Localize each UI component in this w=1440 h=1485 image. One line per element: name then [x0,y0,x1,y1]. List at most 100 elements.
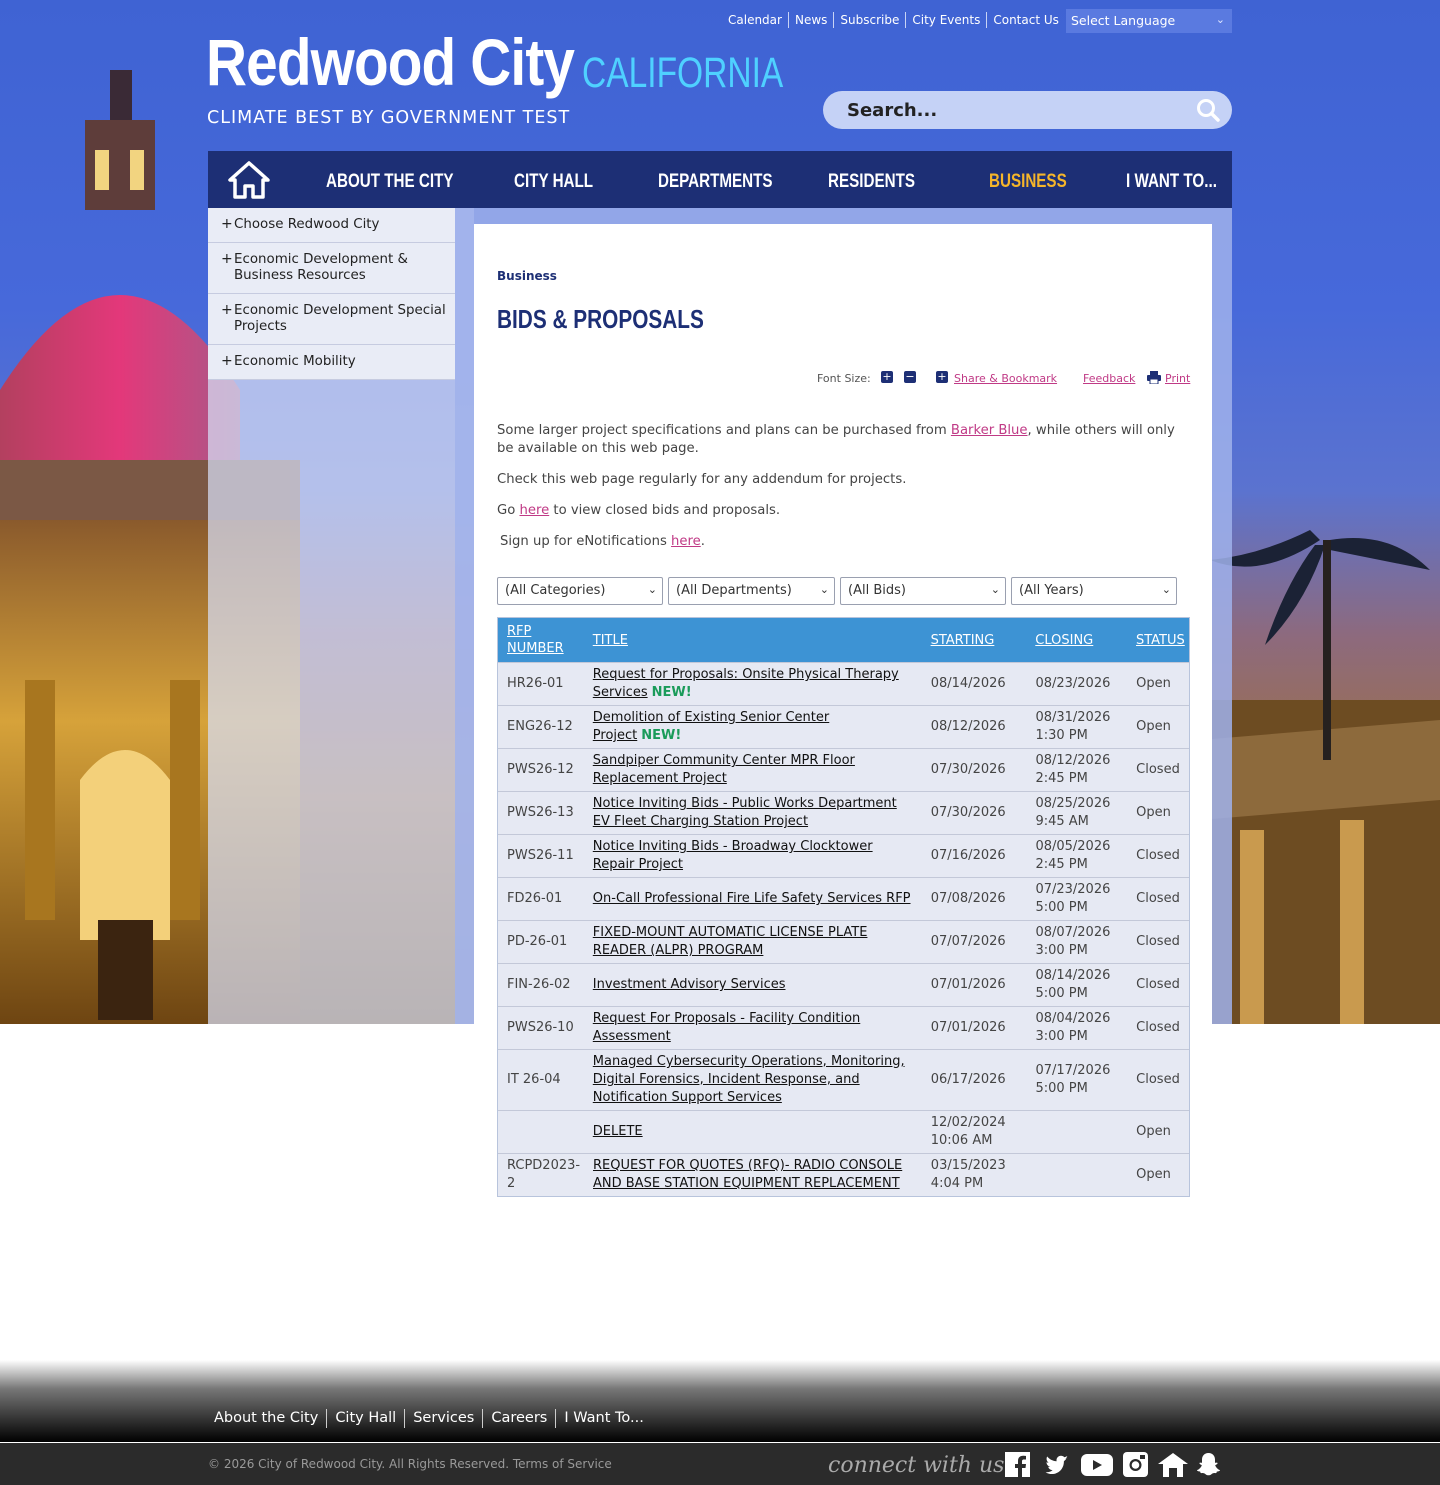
category-filter-value: (All Categories) [505,583,606,598]
table-row: RCPD2023-2 REQUEST FOR QUOTES (RFQ)- RADI… [498,1153,1189,1196]
home-icon[interactable] [228,160,270,200]
utility-links: Calendar News Subscribe City Events Cont… [728,12,1065,28]
language-select[interactable]: Select Language ⌄ [1066,9,1232,33]
twitter-icon[interactable] [1043,1451,1070,1478]
footer-link-i-want-to[interactable]: I Want To... [555,1409,652,1428]
instagram-icon[interactable] [1122,1451,1149,1478]
bid-title-link[interactable]: Demolition of Existing Senior Center Pro… [593,710,829,743]
table-row: HR26-01 Request for Proposals: Onsite Phy… [498,662,1189,705]
title-cell: REQUEST FOR QUOTES (RFQ)- RADIO CONSOLE … [584,1154,922,1196]
sort-title[interactable]: TITLE [584,618,922,662]
bid-title-link[interactable]: REQUEST FOR QUOTES (RFQ)- RADIO CONSOLE … [593,1158,902,1191]
nav-item-city-hall[interactable]: CITY HALL [514,171,593,193]
closing-cell [1026,1111,1127,1153]
sidebar-item-label: Economic Development & Business Resource… [234,252,408,283]
nav-item-business[interactable]: BUSINESS [989,171,1067,193]
category-filter-select[interactable]: (All Categories) ⌄ [497,577,663,605]
footer-link-about-the-city[interactable]: About the City [214,1409,326,1428]
title-cell: On-Call Professional Fire Life Safety Se… [584,878,922,920]
closing-cell [1026,1154,1127,1196]
sort-status[interactable]: STATUS [1127,618,1189,662]
print-link[interactable]: Print [1165,372,1190,385]
sort-closing[interactable]: CLOSING [1026,618,1127,662]
starting-cell: 07/30/2026 [930,762,1006,777]
search-icon[interactable] [1196,98,1220,122]
connect-with-us: connect with us [828,1453,1005,1478]
chevron-down-icon: ⌄ [1161,583,1171,596]
sidebar-item-economic-development-special-projects[interactable]: + Economic Development Special Projects [208,294,455,345]
title-cell: Managed Cybersecurity Operations, Monito… [584,1050,922,1110]
print-icon[interactable] [1147,371,1161,384]
share-plus-icon[interactable]: + [936,371,948,383]
snapchat-icon[interactable] [1195,1451,1222,1478]
language-select-label: Select Language [1071,13,1176,28]
bids-filter-select[interactable]: (All Bids) ⌄ [840,577,1006,605]
sidebar-item-economic-mobility[interactable]: + Economic Mobility [208,345,455,380]
footer-link-careers[interactable]: Careers [482,1409,555,1428]
util-link-contact-us[interactable]: Contact Us [986,12,1065,28]
bid-title-link[interactable]: Notice Inviting Bids - Public Works Depa… [593,796,897,829]
bid-title-link[interactable]: Sandpiper Community Center MPR Floor Rep… [593,753,855,786]
chevron-down-icon: ⌄ [647,583,657,596]
sidebar-item-economic-development-business-resources[interactable]: + Economic Development & Business Resour… [208,243,455,294]
facebook-icon[interactable] [1004,1451,1031,1478]
youtube-icon[interactable] [1080,1451,1114,1478]
breadcrumb[interactable]: Business [497,269,557,283]
feedback-link[interactable]: Feedback [1083,372,1135,385]
util-link-subscribe[interactable]: Subscribe [833,12,905,28]
bid-title-link[interactable]: DELETE [593,1124,643,1139]
bid-title-link[interactable]: Request for Proposals: Onsite Physical T… [593,667,899,700]
bid-title-link[interactable]: On-Call Professional Fire Life Safety Se… [593,891,911,906]
closing-cell: 07/17/2026 5:00 PM [1035,1063,1111,1096]
rfp-number-cell [498,1111,584,1153]
starting-cell: 07/16/2026 [930,848,1006,863]
nav-item-departments[interactable]: DEPARTMENTS [658,171,773,193]
status-cell: Closed [1136,1072,1180,1087]
bid-title-link[interactable]: Request For Proposals - Facility Conditi… [593,1011,860,1044]
nav-item-about-the-city[interactable]: ABOUT THE CITY [326,171,454,193]
footer-link-services[interactable]: Services [404,1409,482,1428]
nav-item-residents[interactable]: RESIDENTS [828,171,915,193]
font-decrease-icon[interactable]: − [904,371,916,383]
starting-cell: 07/07/2026 [930,934,1006,949]
sidebar-item-choose-redwood-city[interactable]: + Choose Redwood City [208,208,455,243]
util-link-calendar[interactable]: Calendar [728,12,788,28]
department-filter-select[interactable]: (All Departments) ⌄ [668,577,835,605]
table-row: PWS26-11 Notice Inviting Bids - Broadway … [498,834,1189,877]
status-cell: Closed [1136,1020,1180,1035]
status-cell: Open [1136,719,1171,734]
nav-item-i-want-to[interactable]: I WANT TO... [1126,171,1217,193]
rfp-number-cell: PWS26-12 [507,762,574,777]
bid-title-link[interactable]: Managed Cybersecurity Operations, Monito… [593,1054,905,1105]
table-row: ENG26-12 Demolition of Existing Senior Ce… [498,705,1189,748]
share-bookmark-link[interactable]: Share & Bookmark [954,372,1057,385]
bid-title-link[interactable]: Investment Advisory Services [593,977,786,992]
plus-icon: + [221,216,233,232]
footer-link-city-hall[interactable]: City Hall [326,1409,404,1428]
bid-title-link[interactable]: FIXED-MOUNT AUTOMATIC LICENSE PLATE READ… [593,925,868,958]
closed-bids-link[interactable]: here [519,503,549,518]
chevron-down-icon: ⌄ [990,583,1000,596]
title-cell: Investment Advisory Services [584,964,922,1006]
util-link-city-events[interactable]: City Events [905,12,986,28]
closing-cell: 08/23/2026 [1035,676,1111,691]
copyright: © 2026 City of Redwood City. All Rights … [208,1457,612,1471]
intro-paragraph-3: Go here to view closed bids and proposal… [497,502,1187,520]
nextdoor-icon[interactable] [1157,1451,1189,1478]
plus-icon: + [221,353,233,369]
years-filter-select[interactable]: (All Years) ⌄ [1011,577,1177,605]
rfp-number-cell: PWS26-13 [507,805,574,820]
util-link-news[interactable]: News [787,12,833,28]
rfp-number-cell: HR26-01 [507,676,564,691]
intro-paragraph-1: Some larger project specifications and p… [497,422,1187,458]
search-input[interactable]: Search... [823,91,1232,129]
font-increase-icon[interactable]: + [881,371,893,383]
sort-rfp-number[interactable]: RFP NUMBER [498,618,584,662]
barker-blue-link[interactable]: Barker Blue [951,423,1028,438]
starting-cell: 07/08/2026 [930,891,1006,906]
title-cell: Request For Proposals - Facility Conditi… [584,1007,922,1049]
bid-title-link[interactable]: Notice Inviting Bids - Broadway Clocktow… [593,839,873,872]
enotifications-link[interactable]: here [671,534,701,549]
logo-wordmark[interactable]: Redwood City [206,24,575,100]
sort-starting[interactable]: STARTING [922,618,1027,662]
